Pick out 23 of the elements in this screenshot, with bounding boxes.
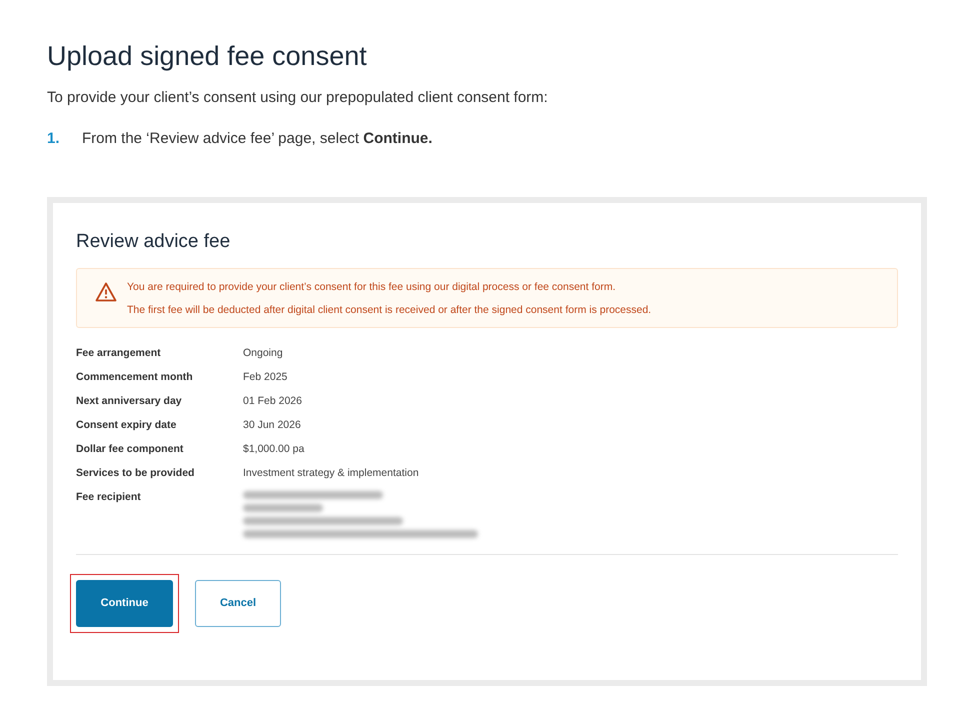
warning-text: You are required to provide your client’s consent for this fee using our digital process or fee consent form.: [127, 281, 616, 293]
detail-value: Feb 2025: [243, 370, 288, 384]
detail-value: 30 Jun 2026: [243, 418, 301, 432]
intro-text: To provide your client’s consent using our prepopulated client consent form:: [47, 88, 548, 108]
detail-value: 01 Feb 2026: [243, 394, 302, 408]
detail-value: Ongoing: [243, 346, 283, 360]
detail-label: Services to be provided: [76, 466, 196, 480]
detail-label: Fee arrangement: [76, 346, 162, 360]
warning-text: The first fee will be deducted after digital client consent is received or after the signed consent form is processed.: [127, 304, 652, 316]
card-title: Review advice fee: [76, 230, 230, 254]
detail-label: Dollar fee component: [76, 442, 184, 456]
detail-label: Commencement month: [76, 370, 194, 384]
step-text: From the ‘Review advice fee’ page, select Continue.: [82, 129, 432, 149]
detail-label: Fee recipient: [76, 490, 142, 504]
step-number: 1.: [47, 129, 61, 149]
detail-value: $1,000.00 pa: [243, 442, 304, 456]
continue-button[interactable]: Continue: [76, 580, 173, 627]
warning-icon: [95, 282, 117, 302]
detail-label: Next anniversary day: [76, 394, 183, 408]
detail-value: Investment strategy & implementation: [243, 466, 419, 480]
cancel-button[interactable]: Cancel: [195, 580, 281, 627]
detail-label: Consent expiry date: [76, 418, 178, 432]
page-heading: Upload signed fee consent: [47, 40, 367, 72]
